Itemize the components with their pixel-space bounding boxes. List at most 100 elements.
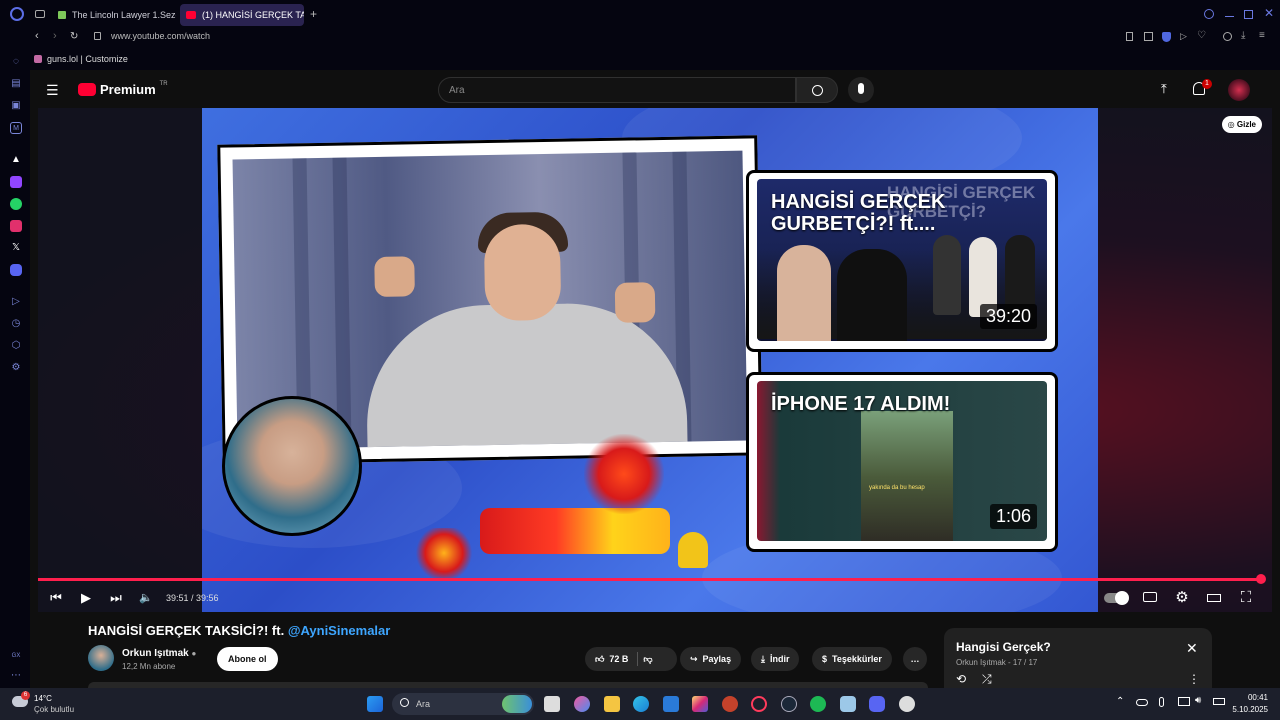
- taskbar-search[interactable]: Ara: [392, 693, 534, 715]
- workspaces-icon[interactable]: [35, 10, 45, 18]
- close-window-icon[interactable]: ✕: [1264, 6, 1274, 20]
- tray-chevron-icon[interactable]: ⌃: [1116, 696, 1124, 707]
- video-player[interactable]: HANGİSİ GERÇEK GURBETÇİ? HANGİSİ GERÇEK …: [38, 108, 1272, 612]
- m-app-icon[interactable]: M: [10, 122, 22, 134]
- loop-icon[interactable]: ⟲: [956, 672, 966, 686]
- title-mention-link[interactable]: @AyniSinemalar: [288, 623, 391, 638]
- discord-taskbar-icon[interactable]: [869, 696, 885, 712]
- sidebar-more-icon[interactable]: ⋯: [10, 670, 22, 682]
- more-actions-button[interactable]: …: [903, 647, 927, 671]
- steam-icon[interactable]: [781, 696, 797, 712]
- x-icon[interactable]: 𝕏: [10, 242, 22, 254]
- mic-tray-icon[interactable]: [1159, 697, 1164, 707]
- store-icon[interactable]: [663, 696, 679, 712]
- speaker-icon[interactable]: 🔊︎: [1195, 695, 1201, 706]
- gx-icon[interactable]: GX: [10, 650, 22, 662]
- game-app-icon[interactable]: [722, 696, 738, 712]
- wallet-icon[interactable]: ▣: [10, 100, 22, 112]
- playlist-more-icon[interactable]: ⋮: [1188, 672, 1200, 686]
- subtitles-icon[interactable]: [1140, 588, 1160, 608]
- search-tabs-icon[interactable]: [1204, 9, 1214, 19]
- discord-icon[interactable]: [10, 264, 22, 276]
- next-icon[interactable]: ⏭: [106, 588, 126, 608]
- new-tab-button[interactable]: +: [310, 7, 317, 21]
- video-frame[interactable]: HANGİSİ GERÇEK GURBETÇİ? HANGİSİ GERÇEK …: [202, 108, 1098, 612]
- dislike-button[interactable]: 👎︎: [643, 647, 652, 671]
- maximize-icon[interactable]: [1244, 10, 1253, 19]
- task-view-icon[interactable]: [544, 696, 560, 712]
- clock-date[interactable]: 5.10.2025: [1226, 705, 1268, 714]
- youtube-logo[interactable]: Premium TR: [78, 81, 168, 97]
- play-icon[interactable]: ▶: [76, 588, 96, 608]
- heart-icon[interactable]: ♡: [1197, 30, 1206, 41]
- history-icon[interactable]: ◷: [10, 318, 22, 330]
- close-playlist-icon[interactable]: ✕: [1186, 640, 1198, 657]
- file-explorer-icon[interactable]: [604, 696, 620, 712]
- tab-lincoln-lawyer[interactable]: The Lincoln Lawyer 1.Sezo: [52, 4, 176, 26]
- bookmark-guns-lol[interactable]: guns.lol | Customize: [34, 54, 128, 64]
- app-icon[interactable]: [840, 696, 856, 712]
- opera-logo-icon[interactable]: [10, 7, 24, 21]
- whatsapp-icon[interactable]: [10, 198, 22, 210]
- battery-icon[interactable]: [1213, 698, 1225, 705]
- download-button[interactable]: ⤓ İndir: [751, 647, 800, 671]
- share-button[interactable]: ↪ Paylaş: [680, 647, 742, 671]
- lightning-app-icon[interactable]: ▲: [10, 154, 22, 166]
- forward-icon[interactable]: ›: [53, 30, 57, 42]
- menu-icon[interactable]: ≡: [1259, 30, 1265, 41]
- display-icon[interactable]: [1178, 697, 1190, 706]
- settings-icon[interactable]: ⚙: [10, 362, 22, 374]
- player-icon[interactable]: ▷: [1180, 31, 1187, 42]
- app-badge-icon[interactable]: [899, 696, 915, 712]
- upload-icon[interactable]: ⤒: [1161, 81, 1167, 97]
- back-icon[interactable]: ‹: [35, 30, 39, 42]
- player-sidebar-icon[interactable]: ▷: [10, 296, 22, 308]
- account-avatar[interactable]: [1228, 79, 1250, 101]
- aria-icon[interactable]: ◌: [10, 56, 22, 68]
- autoplay-toggle[interactable]: [1104, 591, 1129, 605]
- theater-mode-icon[interactable]: [1204, 588, 1224, 608]
- volume-icon[interactable]: 🔈: [136, 588, 156, 608]
- spotify-icon[interactable]: [810, 696, 826, 712]
- fullscreen-icon[interactable]: ⛶: [1236, 588, 1256, 608]
- reload-icon[interactable]: ↻: [70, 31, 78, 42]
- previous-icon[interactable]: ⏮: [46, 588, 66, 608]
- search-button[interactable]: [796, 77, 838, 103]
- channel-name[interactable]: Orkun Işıtmak ●: [122, 648, 196, 659]
- guide-menu-icon[interactable]: ☰: [46, 82, 59, 99]
- shuffle-icon[interactable]: ⤮: [982, 672, 992, 687]
- onedrive-icon[interactable]: [1136, 699, 1148, 706]
- edge-icon[interactable]: [633, 696, 649, 712]
- copilot-icon[interactable]: [574, 696, 590, 712]
- search-input[interactable]: Ara: [438, 77, 796, 103]
- thanks-button[interactable]: $ Teşekkürler: [812, 647, 892, 671]
- hide-endscreen-button[interactable]: ◎ Gizle: [1221, 116, 1262, 133]
- url-field[interactable]: www.youtube.com/watch: [111, 31, 210, 41]
- tab-youtube-video[interactable]: (1) HANGİSİ GERÇEK TAKS: [180, 4, 304, 26]
- opera-gx-taskbar-icon[interactable]: [751, 696, 767, 712]
- snapshot-icon[interactable]: [1144, 32, 1153, 41]
- instagram-taskbar-icon[interactable]: [692, 696, 708, 712]
- clock-time[interactable]: 00:41: [1240, 693, 1268, 702]
- minimize-icon[interactable]: [1225, 16, 1234, 17]
- endscreen-video-1[interactable]: HANGİSİ GERÇEK GURBETÇİ? HANGİSİ GERÇEK …: [746, 170, 1058, 352]
- weather-widget[interactable]: 6 14°C Çok bulutlu: [12, 691, 92, 716]
- account-icon[interactable]: [1223, 32, 1232, 41]
- playlist-title[interactable]: Hangisi Gerçek?: [956, 640, 1051, 654]
- download-icon[interactable]: ⤓: [1241, 30, 1245, 41]
- voice-search-button[interactable]: [848, 77, 874, 103]
- twitch-icon[interactable]: [10, 176, 22, 188]
- vpn-shield-icon[interactable]: [1162, 32, 1171, 42]
- subscribe-button[interactable]: Abone ol: [217, 647, 278, 671]
- settings-gear-icon[interactable]: ⚙: [1172, 588, 1192, 608]
- channel-avatar[interactable]: [88, 645, 114, 671]
- progress-bar[interactable]: [38, 578, 1262, 581]
- windows-start-icon[interactable]: [367, 696, 383, 712]
- endscreen-video-2[interactable]: yakında da bu hesap İPHONE 17 ALDIM! 1:0…: [746, 372, 1058, 552]
- pin-icon[interactable]: [1126, 32, 1133, 41]
- extensions-icon[interactable]: ⬡: [10, 340, 22, 352]
- shopping-icon[interactable]: ▤: [10, 78, 22, 90]
- progress-scrubber[interactable]: [1255, 574, 1266, 584]
- like-button[interactable]: 👍︎ 72 B: [595, 647, 628, 671]
- instagram-icon[interactable]: [10, 220, 22, 232]
